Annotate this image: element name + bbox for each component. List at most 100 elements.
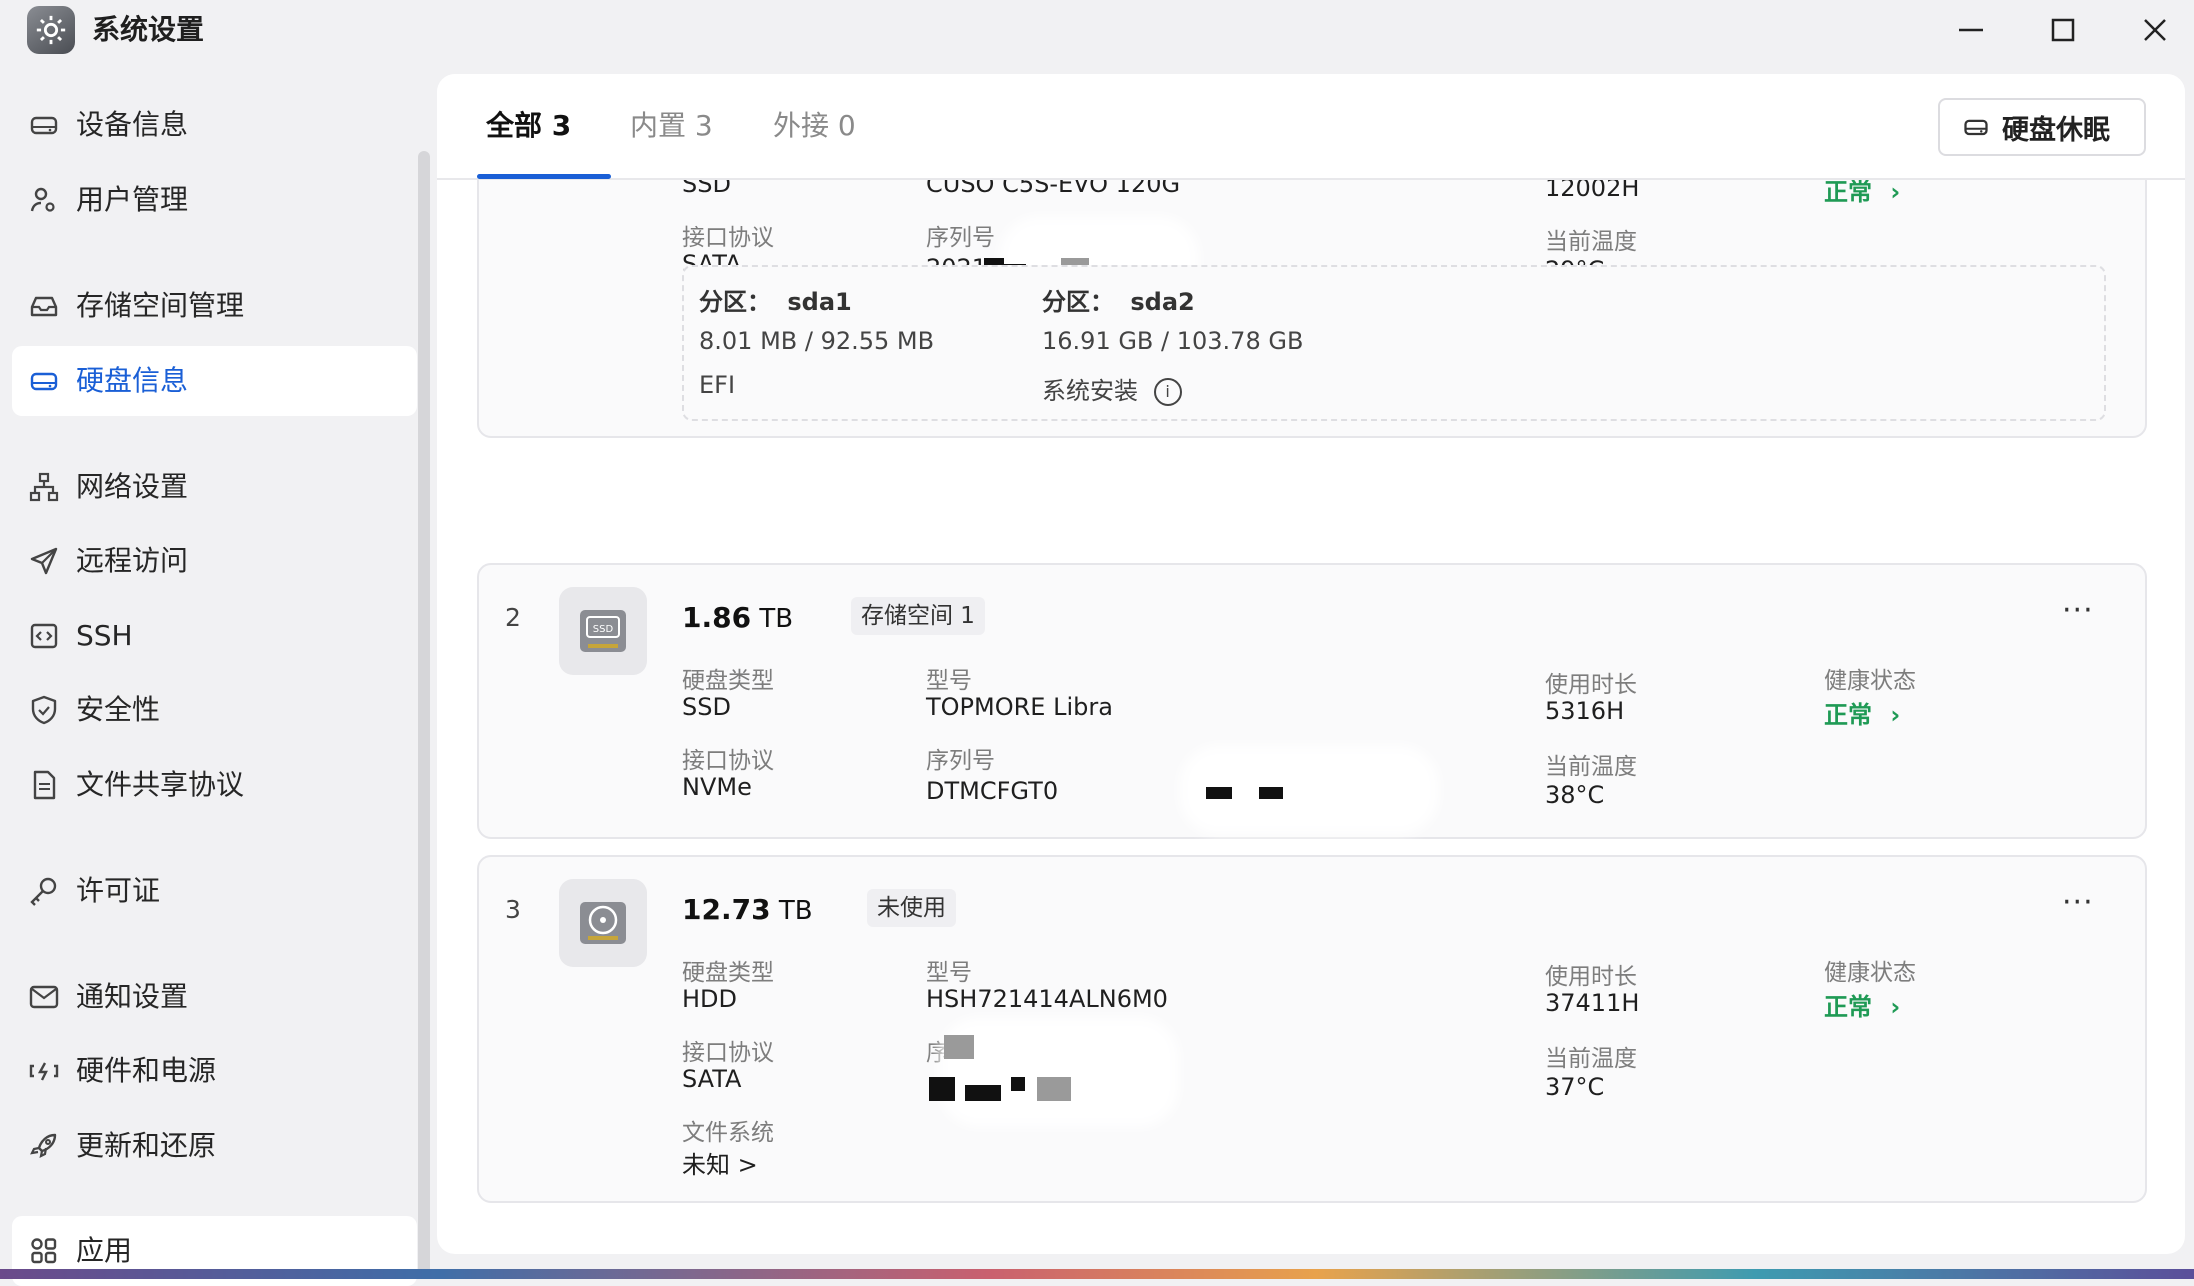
health-label: 健康状态 <box>1824 668 1916 694</box>
partition-label: 分区： <box>1042 288 1114 316</box>
apps-grid-icon <box>31 1238 57 1264</box>
tab-bar: 全部 3 内置 3 外接 0 硬盘休眠 <box>437 74 2185 180</box>
storage-space-tag: 存储空间 1 <box>851 597 985 635</box>
ssd-thumbnail-icon: SSD <box>559 587 647 675</box>
sidebar-item-notifications[interactable]: 通知设置 <box>12 962 417 1032</box>
maximize-button[interactable] <box>2041 10 2085 50</box>
close-button[interactable] <box>2133 10 2177 50</box>
sidebar-item-label: 硬盘信息 <box>76 364 189 397</box>
sidebar-item-hardware-power[interactable]: 硬件和电源 <box>12 1036 417 1106</box>
health-status-value: 正常 <box>1824 993 1872 1021</box>
sidebar-item-device-info[interactable]: 设备信息 <box>12 90 417 160</box>
tab-internal[interactable]: 内置 3 <box>630 106 713 146</box>
partition-2-usage: 16.91 GB / 103.78 GB <box>1042 327 1304 355</box>
unused-tag: 未使用 <box>867 889 956 927</box>
usage-time-label: 使用时长 <box>1545 964 1637 990</box>
sidebar-item-label: 用户管理 <box>76 183 189 216</box>
interface-label: 接口协议 <box>682 225 774 251</box>
disk-index: 2 <box>505 603 521 632</box>
document-icon <box>33 770 56 800</box>
model-label: 型号 <box>926 960 972 986</box>
sidebar-item-label: SSH <box>76 619 133 652</box>
pixelation-block <box>929 1077 955 1101</box>
partition-name: sda1 <box>787 288 852 316</box>
model-value: TOPMORE Libra <box>926 693 1113 721</box>
health-status-value: 正常 <box>1824 701 1872 729</box>
partition-2-purpose: 系统安装 i <box>1042 371 1182 406</box>
health-status-value: 正常 <box>1824 178 1872 206</box>
sidebar: 设备信息 用户管理 存储空间管理 硬盘信息 网络设置 远程访问 SSH 安全性 … <box>0 60 430 1286</box>
sidebar-item-license[interactable]: 许可证 <box>12 856 417 926</box>
capacity-unit: TB <box>759 604 794 634</box>
filesystem-link[interactable]: 未知 > <box>682 1145 758 1180</box>
window-title: 系统设置 <box>92 13 205 46</box>
sidebar-item-remote-access[interactable]: 远程访问 <box>12 526 417 596</box>
sidebar-item-label: 通知设置 <box>76 980 189 1013</box>
more-options-icon[interactable]: ··· <box>2062 885 2094 920</box>
title-bar: 系统设置 <box>0 0 2194 60</box>
interface-value: SATA <box>682 1065 742 1093</box>
health-status-link[interactable]: 正常 › <box>1824 987 1900 1022</box>
sidebar-item-update-restore[interactable]: 更新和还原 <box>12 1111 417 1181</box>
more-options-icon[interactable]: ··· <box>2062 593 2094 628</box>
tab-external[interactable]: 外接 0 <box>773 106 856 146</box>
sidebar-item-label: 更新和还原 <box>76 1129 217 1162</box>
capacity-value: 1.86 <box>682 601 752 634</box>
chevron-right-icon: › <box>1890 178 1901 206</box>
pixelation-block <box>1037 1077 1071 1101</box>
minimize-button[interactable] <box>1949 10 1993 50</box>
disk-icon <box>30 372 58 391</box>
temperature-label: 当前温度 <box>1545 229 1637 255</box>
serial-label: 序列号 <box>926 748 995 774</box>
disk-icon <box>1964 119 1988 136</box>
partition-label: 分区： <box>699 288 771 316</box>
sidebar-item-label: 安全性 <box>76 693 161 726</box>
sidebar-item-label: 文件共享协议 <box>76 768 245 801</box>
sidebar-scrollbar[interactable] <box>418 151 430 1276</box>
interface-label: 接口协议 <box>682 748 774 774</box>
network-icon <box>29 472 59 502</box>
capacity-unit: TB <box>778 896 813 926</box>
sidebar-item-user-management[interactable]: 用户管理 <box>12 165 417 235</box>
storage-icon <box>30 296 58 317</box>
main-panel: 全部 3 内置 3 外接 0 硬盘休眠 硬盘类型 SSD 接口协议 SATA 型… <box>437 74 2185 1254</box>
power-plug-icon <box>29 1062 59 1081</box>
serial-redaction <box>939 1017 1179 1127</box>
temperature-value: 37°C <box>1545 1073 1605 1101</box>
model-value: HSH721414ALN6M0 <box>926 985 1168 1013</box>
sidebar-item-security[interactable]: 安全性 <box>12 675 417 745</box>
disk-sleep-label: 硬盘休眠 <box>2002 114 2110 146</box>
sidebar-item-file-sharing[interactable]: 文件共享协议 <box>12 750 417 820</box>
disk-sleep-button[interactable]: 硬盘休眠 <box>1938 98 2146 156</box>
pixelation-block <box>965 1085 1001 1101</box>
partition-purpose-text: 系统安装 <box>1042 377 1138 405</box>
sidebar-item-label: 远程访问 <box>76 544 189 577</box>
partition-1-usage: 8.01 MB / 92.55 MB <box>699 327 935 355</box>
temperature-label: 当前温度 <box>1545 754 1637 780</box>
temperature-value: 38°C <box>1545 781 1605 809</box>
health-status-link[interactable]: 正常 › <box>1824 695 1900 730</box>
desktop-wallpaper-strip <box>0 1269 2194 1279</box>
pixelation-block <box>1011 1077 1025 1091</box>
chevron-right-icon: › <box>1890 701 1901 729</box>
shield-icon <box>31 695 57 725</box>
sidebar-item-disk-info[interactable]: 硬盘信息 <box>12 346 417 416</box>
sidebar-item-label: 设备信息 <box>76 108 189 141</box>
capacity-value: 12.73 <box>682 893 771 926</box>
disk-type-label: 硬盘类型 <box>682 960 774 986</box>
disk-type-label: 硬盘类型 <box>682 668 774 694</box>
pixelation-block <box>944 1035 974 1059</box>
sidebar-item-network[interactable]: 网络设置 <box>12 452 417 522</box>
info-icon[interactable]: i <box>1153 378 1182 406</box>
serial-label: 序列号 <box>926 225 995 251</box>
disk-type-value: SSD <box>682 693 731 721</box>
filesystem-label: 文件系统 <box>682 1120 774 1146</box>
usage-time-value: 5316H <box>1545 697 1625 725</box>
tab-all[interactable]: 全部 3 <box>486 106 571 146</box>
pixelation-block <box>1259 787 1283 799</box>
sidebar-item-storage[interactable]: 存储空间管理 <box>12 271 417 341</box>
sidebar-item-label: 硬件和电源 <box>76 1054 217 1087</box>
disk-card-3: 3 12.73 TB 未使用 ··· 硬盘类型 HDD 接口协议 SATA 文件… <box>477 855 2147 1203</box>
disk-type-value: HDD <box>682 985 738 1013</box>
sidebar-item-ssh[interactable]: SSH <box>12 601 417 671</box>
